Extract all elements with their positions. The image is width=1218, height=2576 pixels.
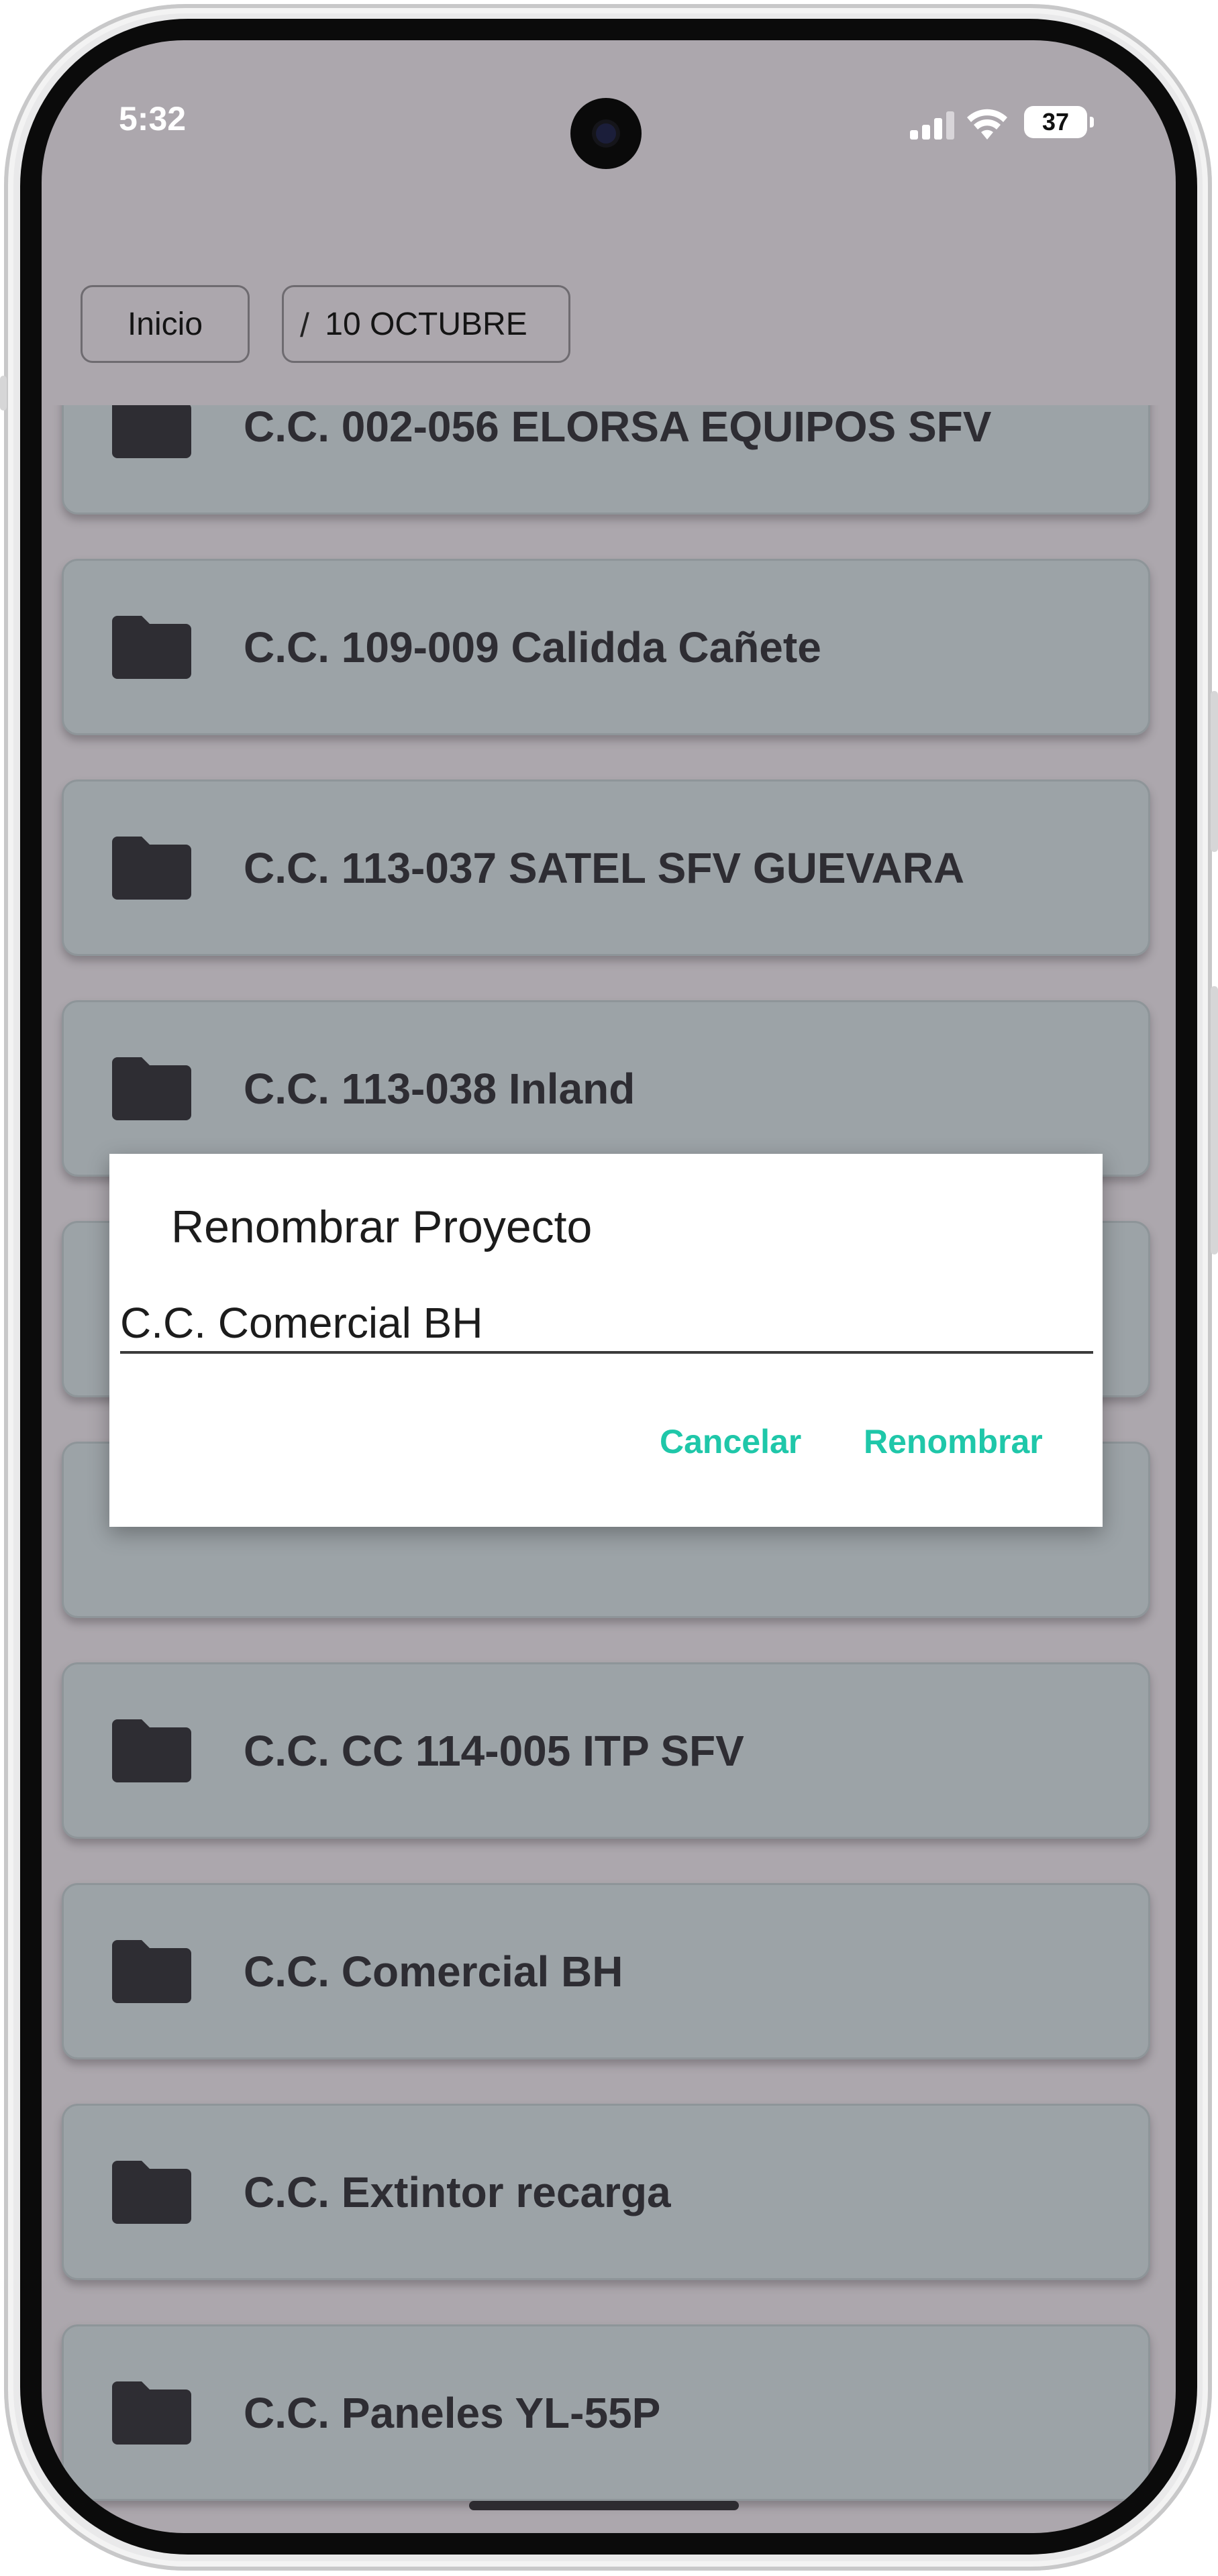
breadcrumb-home[interactable]: Inicio: [81, 285, 250, 363]
folder-item[interactable]: C.C. 109-009 Calidda Cañete: [62, 559, 1150, 735]
action-button: [0, 376, 7, 411]
folder-item[interactable]: C.C. 113-037 SATEL SFV GUEVARA: [62, 780, 1150, 956]
folder-label: C.C. 113-037 SATEL SFV GUEVARA: [244, 843, 965, 892]
folder-icon: [112, 616, 191, 679]
folder-label: C.C. 109-009 Calidda Cañete: [244, 623, 821, 672]
front-camera: [570, 98, 642, 169]
folder-icon: [112, 2161, 191, 2224]
home-indicator[interactable]: [469, 2501, 739, 2510]
project-name-input[interactable]: [120, 1295, 1093, 1354]
folder-icon: [112, 405, 191, 458]
folder-item[interactable]: C.C. Comercial BH: [62, 1883, 1150, 2059]
folder-label: C.C. Extintor recarga: [244, 2167, 671, 2216]
wifi-icon: [967, 109, 1007, 140]
folder-label: C.C. 113-038 Inland: [244, 1064, 636, 1113]
folder-item[interactable]: C.C. Paneles YL-55P: [62, 2324, 1150, 2501]
breadcrumb-current[interactable]: 10 OCTUBRE: [282, 285, 570, 363]
folder-label: C.C. Paneles YL-55P: [244, 2388, 661, 2437]
folder-item[interactable]: C.C. CC 114-005 ITP SFV: [62, 1662, 1150, 1839]
folder-icon: [112, 1940, 191, 2003]
cellular-signal-icon: [910, 110, 954, 140]
folder-label: C.C. Comercial BH: [244, 1947, 623, 1996]
folder-label: C.C. CC 114-005 ITP SFV: [244, 1726, 744, 1775]
folder-icon: [112, 837, 191, 900]
folder-icon: [112, 1719, 191, 1782]
rename-dialog: Renombrar Proyecto Cancelar Renombrar: [109, 1154, 1103, 1527]
battery-icon: 37: [1024, 106, 1094, 138]
cancel-button[interactable]: Cancelar: [660, 1422, 801, 1461]
status-time: 5:32: [119, 100, 187, 138]
dialog-title: Renombrar Proyecto: [171, 1201, 593, 1252]
folder-item[interactable]: C.C. Extintor recarga: [62, 2104, 1150, 2280]
folder-item[interactable]: C.C. 113-038 Inland: [62, 1000, 1150, 1177]
folder-icon: [112, 2381, 191, 2445]
folder-item[interactable]: C.C. 002-056 ELORSA EQUIPOS SFV: [62, 405, 1150, 515]
folder-label: C.C. 002-056 ELORSA EQUIPOS SFV: [244, 405, 992, 451]
screen: 5:32 37 Inicio / 10 OCTUBRE C.C. 002-056…: [42, 40, 1176, 2533]
folder-icon: [112, 1057, 191, 1120]
camera-control-button: [1211, 986, 1218, 1254]
rename-button[interactable]: Renombrar: [864, 1422, 1043, 1461]
power-button: [1211, 691, 1218, 852]
